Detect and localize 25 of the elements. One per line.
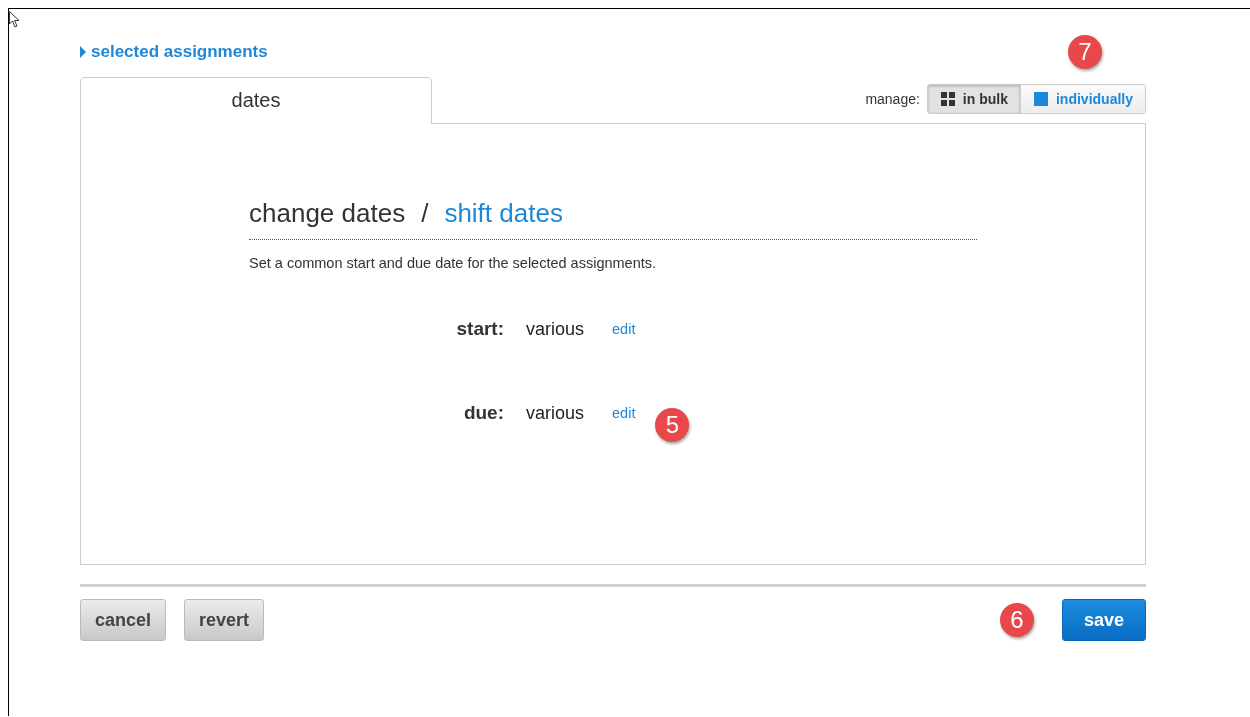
action-button[interactable]: cancel <box>80 599 167 641</box>
cursor-icon <box>9 11 21 28</box>
mode-tab[interactable]: change dates <box>249 198 406 229</box>
description-text: Set a common start and due date for the selected assignments. <box>249 255 658 271</box>
manage-option[interactable]: individually <box>1020 85 1145 113</box>
separator-slash: / <box>421 198 429 229</box>
field-label: due: <box>462 402 504 424</box>
action-button[interactable]: revert <box>184 599 265 641</box>
section-toggle[interactable]: selected assignments <box>80 42 268 62</box>
square-icon <box>1033 91 1049 107</box>
edit-link[interactable]: edit <box>604 321 636 337</box>
edit-link[interactable]: edit <box>604 405 636 421</box>
manage-label: manage: <box>865 91 920 107</box>
mode-tab[interactable]: shift dates <box>444 198 563 229</box>
tab[interactable]: dates <box>80 77 432 124</box>
field-value: various <box>525 318 585 340</box>
save-button[interactable]: save <box>1062 599 1146 641</box>
callout-badge: 6 <box>1000 603 1034 637</box>
manage-option[interactable]: in bulk <box>927 85 1020 113</box>
grid-icon <box>939 91 956 107</box>
caret-icon <box>80 46 86 58</box>
field-label: start: <box>455 318 504 340</box>
callout-badge: 5 <box>655 408 690 442</box>
field-value: various <box>525 402 585 424</box>
callout-badge: 7 <box>1068 35 1102 69</box>
